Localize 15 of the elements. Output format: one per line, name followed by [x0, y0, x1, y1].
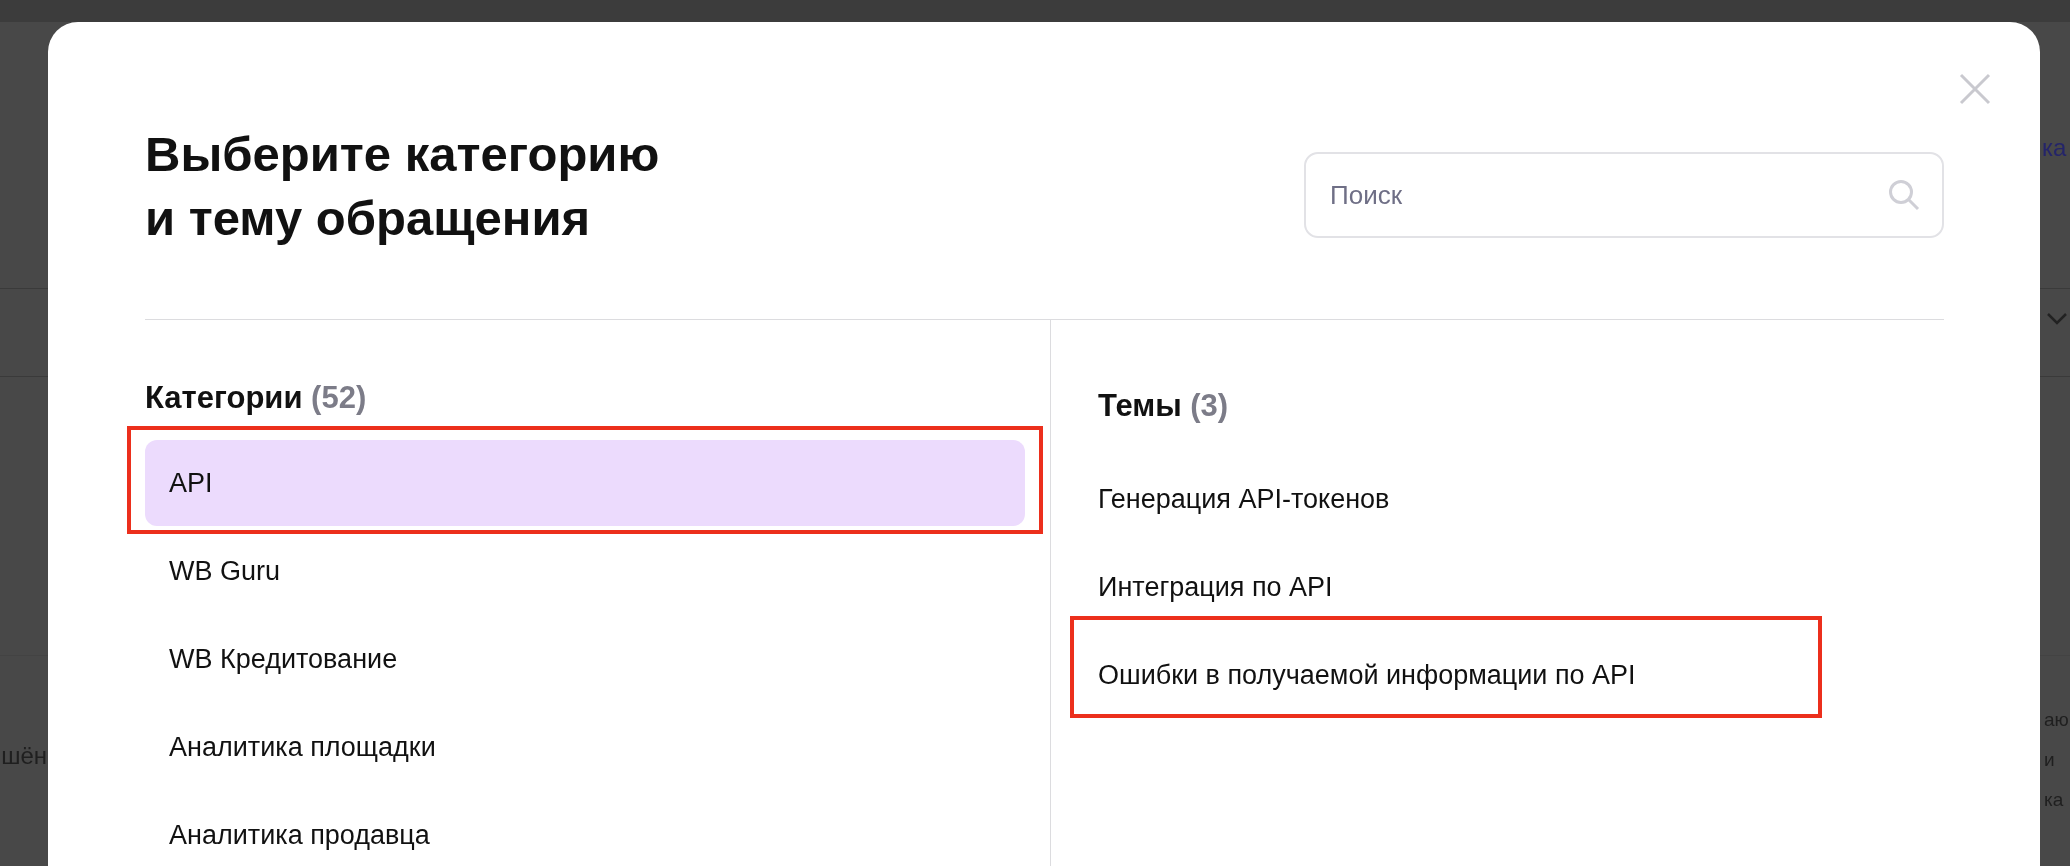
category-item[interactable]: WB Кредитование: [145, 616, 1025, 702]
close-button[interactable]: [1958, 72, 1992, 106]
section-heading: Категории (52): [145, 379, 367, 417]
modal-title: Выберите категорию и тему обращения: [145, 126, 660, 247]
chevron-down-icon[interactable]: [2046, 312, 2068, 326]
category-item[interactable]: Аналитика площадки: [145, 704, 1025, 790]
search-icon[interactable]: [1888, 179, 1920, 211]
section-heading: Темы (3): [1098, 387, 1229, 425]
topic-item[interactable]: Ошибки в получаемой информации по API: [1098, 632, 1944, 718]
search-field[interactable]: Поиск: [1304, 152, 1944, 238]
category-item[interactable]: API: [145, 440, 1025, 526]
topic-item[interactable]: Генерация API-токенов: [1098, 456, 1944, 542]
category-item[interactable]: Аналитика продавца: [145, 792, 1025, 866]
category-item[interactable]: WB Guru: [145, 528, 1025, 614]
topic-item[interactable]: Интеграция по API: [1098, 544, 1944, 630]
